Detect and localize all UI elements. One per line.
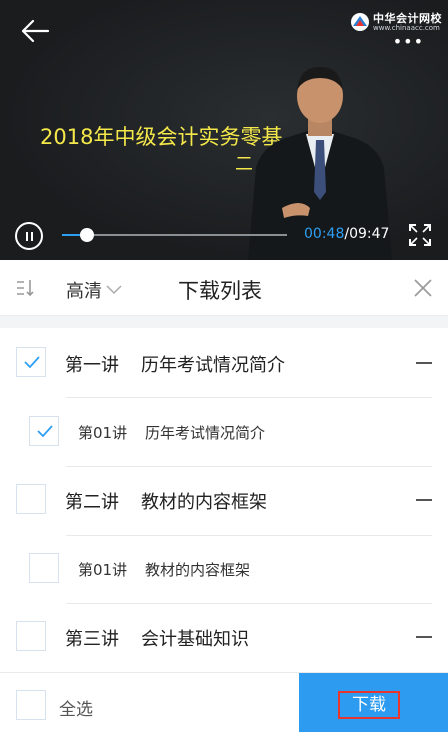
- bottom-bar: 全选 下载: [0, 672, 448, 732]
- lesson-name: 历年考试情况简介: [145, 424, 266, 442]
- lecture-number: 第三讲: [65, 629, 119, 650]
- download-button-label: 下载: [338, 691, 400, 719]
- progress-slider[interactable]: [62, 228, 287, 242]
- time-display: 00:48/09:47: [304, 226, 390, 242]
- logo-icon: [351, 13, 369, 31]
- lecture-checkbox[interactable]: [16, 484, 46, 514]
- quality-selector[interactable]: 高清: [66, 277, 122, 303]
- lesson-checkbox[interactable]: [29, 416, 59, 446]
- current-time: 00:48: [304, 226, 345, 242]
- logo-url: www.chinaacc.com: [373, 23, 440, 32]
- lesson-number: 第01讲: [78, 424, 128, 442]
- list-item[interactable]: 第01讲 教材的内容框架: [0, 535, 448, 604]
- lesson-checkbox[interactable]: [29, 553, 59, 583]
- total-time: 09:47: [349, 226, 390, 242]
- checkmark-icon: [24, 356, 40, 369]
- lesson-number: 第01讲: [78, 561, 128, 579]
- fullscreen-icon[interactable]: [408, 223, 432, 247]
- brand-logo: 中华会计网校 www.chinaacc.com: [350, 12, 442, 32]
- select-all-label[interactable]: 全选: [59, 695, 93, 720]
- list-item[interactable]: 第01讲 历年考试情况简介: [0, 397, 448, 466]
- lecture-checkbox[interactable]: [16, 621, 46, 651]
- collapse-icon[interactable]: [416, 499, 432, 501]
- back-arrow-icon[interactable]: [20, 18, 50, 44]
- download-button[interactable]: 下载: [299, 673, 448, 732]
- checkmark-icon: [37, 425, 53, 438]
- lecture-name: 历年考试情况简介: [141, 355, 285, 376]
- lecture-name: 教材的内容框架: [141, 492, 267, 513]
- section-divider: [0, 316, 448, 328]
- player-controls: 00:48/09:47: [0, 210, 448, 260]
- progress-knob[interactable]: [79, 228, 94, 242]
- select-all-checkbox[interactable]: [16, 690, 46, 720]
- panel-title: 下载列表: [178, 279, 262, 303]
- list-icon[interactable]: [16, 278, 38, 298]
- collapse-icon[interactable]: [416, 636, 432, 638]
- lecture-name: 会计基础知识: [141, 629, 249, 650]
- quality-label: 高清: [66, 281, 102, 302]
- lesson-name: 教材的内容框架: [145, 561, 251, 579]
- more-icon[interactable]: •••: [393, 34, 424, 50]
- lecture-number: 第二讲: [65, 492, 119, 513]
- logo-name: 中华会计网校: [373, 11, 442, 25]
- collapse-icon[interactable]: [416, 362, 432, 364]
- download-header: 高清 下载列表: [0, 260, 448, 316]
- list-item[interactable]: 第一讲 历年考试情况简介: [0, 328, 448, 397]
- chevron-down-icon: [106, 285, 122, 295]
- video-player[interactable]: 中华会计网校 www.chinaacc.com ••• 2018年中级会计实务零…: [0, 0, 448, 260]
- lecture-checkbox[interactable]: [16, 347, 46, 377]
- close-icon[interactable]: [414, 279, 432, 297]
- lecture-number: 第一讲: [65, 355, 119, 376]
- list-item[interactable]: 第二讲 教材的内容框架: [0, 466, 448, 535]
- pause-icon[interactable]: [15, 222, 43, 250]
- course-title: 2018年中级会计实务零基: [40, 125, 283, 149]
- list-item[interactable]: 第三讲 会计基础知识: [0, 604, 448, 670]
